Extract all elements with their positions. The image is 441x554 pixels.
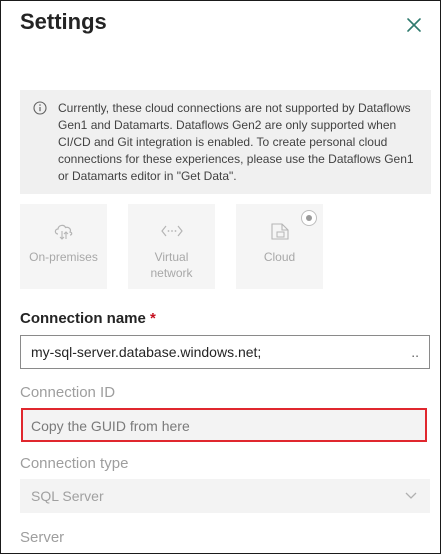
info-icon xyxy=(33,101,47,115)
connection-name-label-text: Connection name xyxy=(20,310,146,327)
selected-indicator-icon xyxy=(301,210,317,226)
connection-name-field[interactable]: my-sql-server.database.windows.net; .. xyxy=(20,335,430,369)
overflow-indicator: .. xyxy=(411,344,419,360)
tile-on-premises[interactable]: On-premises xyxy=(20,204,107,289)
cloud-gateway-icon xyxy=(54,224,72,240)
close-icon[interactable] xyxy=(405,16,423,34)
connection-id-field[interactable]: Copy the GUID from here xyxy=(21,408,427,442)
connection-name-label: Connection name * xyxy=(20,310,156,327)
connection-id-placeholder: Copy the GUID from here xyxy=(31,418,190,434)
tile-label: Cloud xyxy=(263,250,296,264)
tile-cloud[interactable]: Cloud xyxy=(236,204,323,289)
cloud-document-icon xyxy=(270,223,289,240)
info-message: Currently, these cloud connections are n… xyxy=(20,90,431,194)
required-marker: * xyxy=(150,310,156,327)
connection-name-value: my-sql-server.database.windows.net; xyxy=(31,344,262,360)
settings-panel: Settings Currently, these cloud connecti… xyxy=(0,0,441,554)
connection-id-label: Connection ID xyxy=(20,384,116,401)
virtual-network-icon xyxy=(160,225,183,237)
tile-virtual-network[interactable]: Virtual network xyxy=(128,204,215,289)
panel-title: Settings xyxy=(20,9,107,34)
server-label: Server xyxy=(20,529,65,546)
connection-type-label: Connection type xyxy=(20,455,129,472)
connection-type-value: SQL Server xyxy=(31,488,104,504)
tile-label: Virtual network xyxy=(150,250,193,280)
chevron-down-icon xyxy=(405,492,417,499)
tile-label: On-premises xyxy=(29,250,98,264)
info-text: Currently, these cloud connections are n… xyxy=(58,101,414,183)
connection-type-select[interactable]: SQL Server xyxy=(20,479,430,513)
